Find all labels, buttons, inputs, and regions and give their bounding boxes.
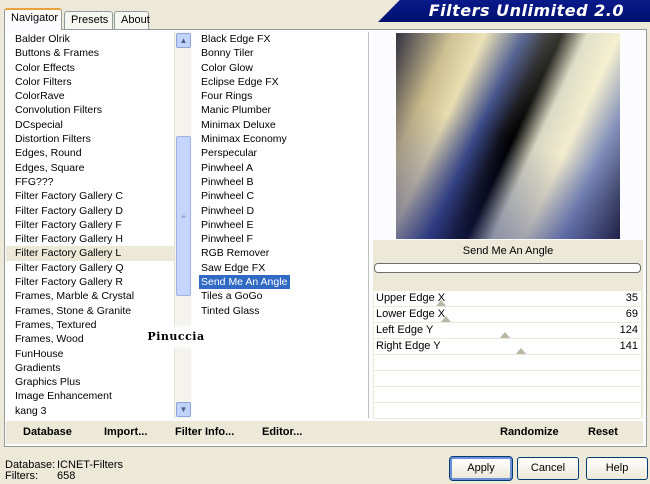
editor-button[interactable]: Editor...: [262, 426, 302, 438]
filter-item[interactable]: Saw Edge FX: [192, 261, 368, 275]
slider-value: 69: [625, 308, 638, 320]
slider-rows: Upper Edge X 35 Lower Edge X 69 Left Edge Y 1…: [374, 291, 641, 355]
category-item[interactable]: Edges, Round: [6, 146, 186, 160]
empty-slider-row: [374, 403, 641, 419]
scroll-thumb[interactable]: ≡: [176, 136, 191, 296]
filter-item[interactable]: RGB Remover: [192, 246, 368, 260]
category-item[interactable]: Distortion Filters: [6, 132, 186, 146]
randomize-button[interactable]: Randomize: [500, 426, 559, 438]
filter-item[interactable]: Minimax Economy: [192, 132, 368, 146]
filter-item[interactable]: Black Edge FX: [192, 32, 368, 46]
filter-item[interactable]: Pinwheel E: [192, 218, 368, 232]
empty-slider-row: [374, 387, 641, 403]
slider-label: Left Edge Y: [376, 324, 434, 336]
category-item[interactable]: Convolution Filters: [6, 103, 186, 117]
scroll-down-button[interactable]: ▼: [176, 402, 191, 417]
category-item[interactable]: Filter Factory Gallery H: [6, 232, 186, 246]
category-item[interactable]: Filter Factory Gallery L: [6, 246, 186, 261]
slider-thumb[interactable]: [499, 332, 510, 338]
filter-item[interactable]: Pinwheel D: [192, 204, 368, 218]
filter-item[interactable]: Pinwheel B: [192, 175, 368, 189]
slider-row[interactable]: Lower Edge X 69: [374, 307, 641, 323]
category-item[interactable]: kang 3: [6, 404, 186, 418]
title-banner: Filters Unlimited 2.0: [378, 0, 650, 22]
filter-item[interactable]: Minimax Deluxe: [192, 118, 368, 132]
apply-button[interactable]: Apply: [449, 456, 513, 481]
category-item[interactable]: ColorRave: [6, 89, 186, 103]
tab-about[interactable]: About: [114, 11, 150, 29]
empty-slider-row: [374, 371, 641, 387]
slider-row[interactable]: Left Edge Y 124: [374, 323, 641, 339]
slider-panel: Upper Edge X 35 Lower Edge X 69 Left Edge Y 1…: [374, 291, 641, 419]
category-item[interactable]: Filter Factory Gallery F: [6, 218, 186, 232]
filter-items: Black Edge FX Bonny Tiler Color Glow Eclips…: [192, 32, 368, 318]
category-item[interactable]: Balder Olrik: [6, 32, 186, 46]
help-button[interactable]: Help: [586, 457, 648, 480]
category-item[interactable]: Buttons & Frames: [6, 46, 186, 60]
tab-presets[interactable]: Presets: [64, 11, 113, 29]
tab-navigator[interactable]: Navigator: [4, 8, 62, 30]
reset-button[interactable]: Reset: [588, 426, 618, 438]
slider-thumb[interactable]: [515, 348, 526, 354]
filter-item[interactable]: Perspecular: [192, 146, 368, 160]
category-items: Balder Olrik Buttons & Frames Color Effect…: [6, 32, 186, 418]
slider-label: Upper Edge X: [376, 292, 446, 304]
filter-item[interactable]: Pinwheel A: [192, 161, 368, 175]
category-item[interactable]: Filter Factory Gallery Q: [6, 261, 186, 275]
filter-info-button[interactable]: Filter Info...: [175, 426, 234, 438]
slider-value: 35: [625, 292, 638, 304]
category-item[interactable]: Gradients: [6, 361, 186, 375]
filter-item[interactable]: Color Glow: [192, 61, 368, 75]
slider-row[interactable]: Upper Edge X 35: [374, 291, 641, 307]
filter-item[interactable]: Pinwheel F: [192, 232, 368, 246]
filter-item[interactable]: Tiles a GoGo: [192, 289, 368, 303]
empty-slider-row: [374, 355, 641, 371]
category-item[interactable]: Frames, Marble & Crystal: [6, 289, 186, 303]
database-button[interactable]: Database: [23, 426, 72, 438]
filter-item[interactable]: Eclipse Edge FX: [192, 75, 368, 89]
category-item[interactable]: Filter Factory Gallery D: [6, 204, 186, 218]
action-bar: Database Import... Filter Info... Editor…: [6, 421, 643, 444]
watermark-pinuccia: Pinuccia: [143, 329, 209, 345]
cancel-button[interactable]: Cancel: [517, 457, 579, 480]
filters-count-label: Filters:: [5, 470, 38, 482]
slider-label: Lower Edge X: [376, 308, 446, 320]
filter-list[interactable]: Black Edge FX Bonny Tiler Color Glow Eclips…: [192, 32, 369, 418]
preview-image: [396, 33, 620, 239]
category-item[interactable]: FFG???: [6, 175, 186, 189]
category-item[interactable]: Color Filters: [6, 75, 186, 89]
slider-value: 141: [619, 340, 638, 352]
banner-title: Filters Unlimited 2.0: [428, 1, 624, 20]
slider-label: Right Edge Y: [376, 340, 441, 352]
category-list[interactable]: Balder Olrik Buttons & Frames Color Effect…: [6, 32, 191, 418]
import-button[interactable]: Import...: [104, 426, 147, 438]
filter-name-label: Send Me An Angle: [462, 245, 554, 257]
filter-item[interactable]: Pinwheel C: [192, 189, 368, 203]
progress-bar: [374, 263, 641, 273]
scroll-up-button[interactable]: ▲: [176, 33, 191, 48]
category-scrollbar[interactable]: ▲ ≡ ▼: [174, 32, 191, 418]
category-item[interactable]: Frames, Stone & Granite: [6, 304, 186, 318]
filter-item[interactable]: Four Rings: [192, 89, 368, 103]
filter-item[interactable]: Bonny Tiler: [192, 46, 368, 60]
category-item[interactable]: Filter Factory Gallery C: [6, 189, 186, 203]
category-item[interactable]: Image Enhancement: [6, 389, 186, 403]
category-item[interactable]: DCspecial: [6, 118, 186, 132]
slider-value: 124: [619, 324, 638, 336]
slider-row[interactable]: Right Edge Y 141: [374, 339, 641, 355]
filter-item[interactable]: Tinted Glass: [192, 304, 368, 318]
category-item[interactable]: Filter Factory Gallery R: [6, 275, 186, 289]
filter-item[interactable]: Send Me An Angle: [199, 275, 291, 290]
category-item[interactable]: FunHouse: [6, 347, 186, 361]
filter-item[interactable]: Manic Plumber: [192, 103, 368, 117]
filters-count-value: 658: [57, 470, 76, 482]
category-item[interactable]: Edges, Square: [6, 161, 186, 175]
category-item[interactable]: Color Effects: [6, 61, 186, 75]
category-item[interactable]: Graphics Plus: [6, 375, 186, 389]
